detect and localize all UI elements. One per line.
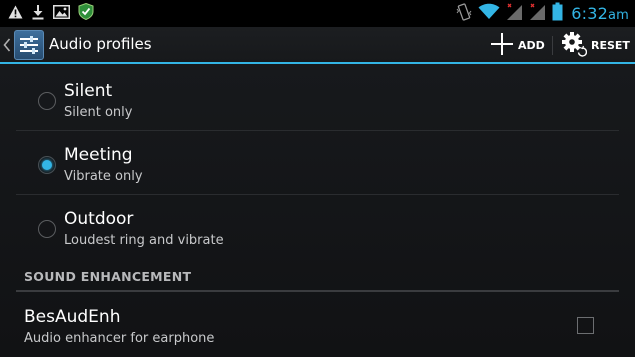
profile-title: Silent	[64, 81, 113, 101]
status-clock: 6:32am	[571, 4, 629, 23]
battery-icon	[552, 2, 563, 25]
profile-summary: Loudest ring and vibrate	[64, 233, 224, 248]
add-button-label: ADD	[518, 39, 545, 52]
page-title: Audio profiles	[49, 35, 152, 53]
reset-button[interactable]: RESET	[561, 30, 631, 61]
radio-button-outdoor[interactable]	[38, 220, 56, 238]
status-bar: 6:32am	[0, 0, 635, 27]
action-bar: Audio profiles ADD RESET	[0, 27, 635, 64]
warning-icon	[8, 4, 23, 23]
audio-profile-list: Silent Silent only Meeting Vibrate only …	[0, 64, 635, 357]
profile-title: Outdoor	[64, 209, 134, 229]
gear-reset-icon	[561, 31, 588, 61]
clock-time: 6:32	[571, 4, 608, 23]
radio-button-silent[interactable]	[38, 92, 56, 110]
section-header-sound-enhancement: SOUND ENHANCEMENT	[16, 260, 619, 292]
section-header-label: SOUND ENHANCEMENT	[24, 269, 192, 284]
wifi-icon	[478, 3, 500, 24]
reset-button-label: RESET	[591, 39, 630, 52]
profile-item-silent[interactable]: Silent Silent only	[16, 67, 619, 131]
profile-summary: Vibrate only	[64, 169, 143, 184]
besaudenh-preference[interactable]: BesAudEnh Audio enhancer for earphone	[16, 292, 619, 357]
image-icon	[53, 4, 70, 23]
profile-summary: Silent only	[64, 105, 133, 120]
radio-button-meeting[interactable]	[38, 156, 56, 174]
download-icon	[31, 4, 45, 24]
profile-title: Meeting	[64, 145, 133, 165]
action-divider	[552, 36, 553, 55]
preference-summary: Audio enhancer for earphone	[24, 331, 215, 346]
signal-2-icon	[529, 3, 546, 25]
vibrate-icon	[456, 2, 472, 25]
notification-icons	[8, 2, 94, 24]
up-chevron-icon[interactable]	[3, 37, 11, 56]
shield-icon	[78, 2, 94, 24]
besaudenh-checkbox[interactable]	[577, 317, 594, 334]
add-button[interactable]: ADD	[490, 30, 546, 61]
signal-1-icon	[506, 3, 523, 25]
audio-profiles-app-icon[interactable]	[14, 30, 44, 60]
system-icons: 6:32am	[456, 2, 629, 25]
profile-item-meeting[interactable]: Meeting Vibrate only	[16, 131, 619, 195]
profile-item-outdoor[interactable]: Outdoor Loudest ring and vibrate	[16, 195, 619, 259]
plus-icon	[490, 32, 514, 60]
clock-ampm: am	[607, 8, 629, 23]
preference-title: BesAudEnh	[24, 307, 121, 327]
